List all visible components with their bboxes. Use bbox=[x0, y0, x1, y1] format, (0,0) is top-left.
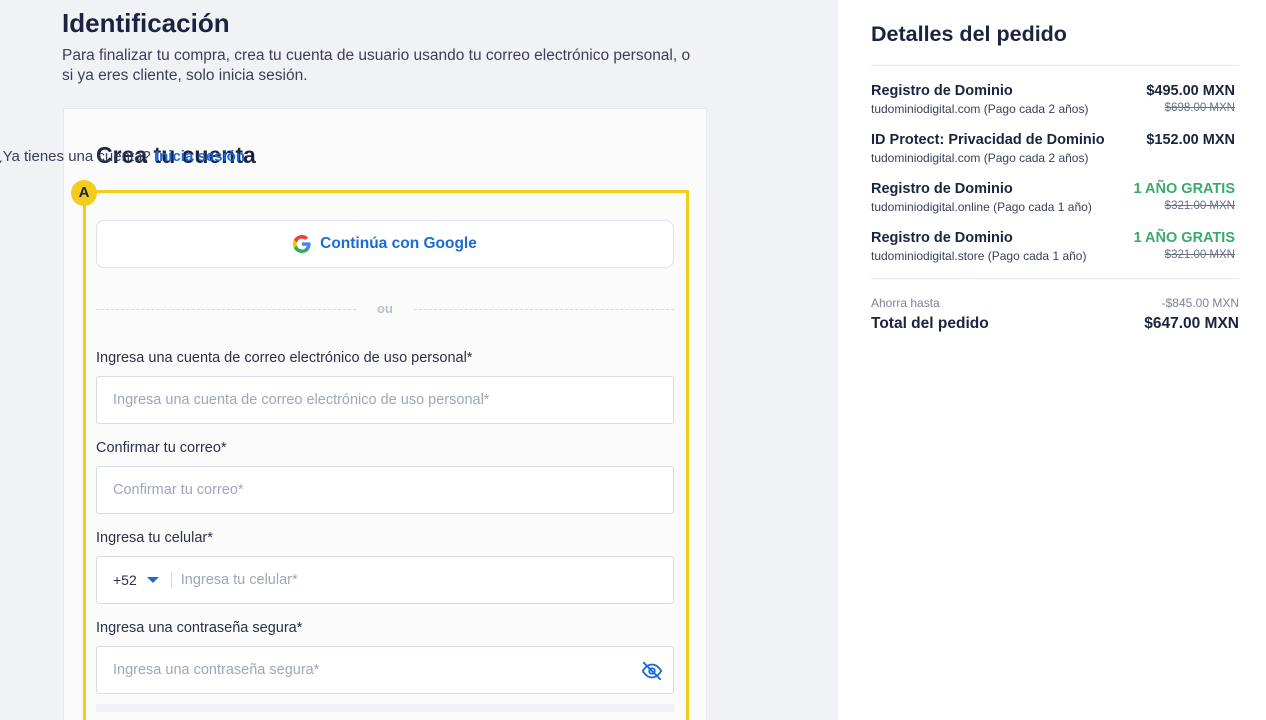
order-item: ID Protect: Privacidad de Dominio tudomi… bbox=[871, 132, 1235, 165]
email-label: Ingresa una cuenta de correo electrónico… bbox=[96, 350, 473, 366]
google-button-label: Continúa con Google bbox=[320, 235, 477, 252]
order-item-price: $152.00 MXN bbox=[1146, 132, 1235, 148]
confirm-email-input[interactable] bbox=[96, 466, 674, 514]
phone-input[interactable] bbox=[171, 557, 673, 603]
page-description: Para finalizar tu compra, crea tu cuenta… bbox=[62, 47, 691, 84]
phone-field: +52 bbox=[96, 556, 674, 604]
savings-label: Ahorra hasta bbox=[871, 296, 940, 310]
google-signin-button[interactable]: Continúa con Google bbox=[96, 220, 674, 268]
divider-line-right bbox=[414, 309, 674, 310]
identification-panel: Identificación Para finalizar tu compra,… bbox=[0, 0, 838, 720]
google-icon bbox=[293, 235, 311, 253]
savings-value: -$845.00 MXN bbox=[1161, 296, 1239, 310]
page-title: Identificación bbox=[62, 8, 230, 38]
annotation-badge: A bbox=[71, 180, 97, 206]
order-title: Detalles del pedido bbox=[871, 22, 1067, 46]
total-row: Total del pedido $647.00 MXN bbox=[871, 315, 1239, 333]
order-summary-panel: Detalles del pedido Registro de Dominio … bbox=[838, 0, 1266, 720]
login-prompt-text: ¿Ya tienes una cuenta? bbox=[0, 148, 151, 165]
order-item-price: $495.00 MXN bbox=[1146, 83, 1235, 99]
total-label: Total del pedido bbox=[871, 315, 989, 332]
password-label: Ingresa una contraseña segura* bbox=[96, 620, 303, 636]
order-item-old-price: $321.00 MXN bbox=[1164, 200, 1235, 212]
password-input[interactable] bbox=[96, 646, 674, 694]
email-input[interactable] bbox=[96, 376, 674, 424]
order-item-price: 1 AÑO GRATIS bbox=[1133, 181, 1235, 197]
total-value: $647.00 MXN bbox=[1144, 315, 1239, 332]
login-link[interactable]: Inicia sesión bbox=[155, 148, 245, 165]
or-divider: ou bbox=[96, 300, 674, 318]
order-item: Registro de Dominio tudominiodigital.sto… bbox=[871, 230, 1235, 263]
eye-off-icon[interactable] bbox=[641, 660, 663, 682]
country-code-select[interactable]: +52 bbox=[97, 557, 171, 603]
order-item-old-price: $321.00 MXN bbox=[1164, 249, 1235, 261]
order-item: Registro de Dominio tudominiodigital.com… bbox=[871, 83, 1235, 116]
phone-label: Ingresa tu celular* bbox=[96, 530, 213, 546]
next-section-edge bbox=[96, 704, 674, 712]
summary-divider-top bbox=[871, 65, 1239, 66]
caret-down-icon bbox=[146, 577, 159, 583]
confirm-email-label: Confirmar tu correo* bbox=[96, 440, 227, 456]
order-item-desc: tudominiodigital.com (Pago cada 2 años) bbox=[871, 151, 1089, 165]
order-item: Registro de Dominio tudominiodigital.onl… bbox=[871, 181, 1235, 214]
summary-divider-bottom bbox=[871, 278, 1239, 279]
savings-row: Ahorra hasta -$845.00 MXN bbox=[871, 296, 1239, 310]
login-prompt: ¿Ya tienes una cuenta? Inicia sesión bbox=[0, 148, 245, 165]
order-item-old-price: $698.00 MXN bbox=[1164, 102, 1235, 114]
order-item-price: 1 AÑO GRATIS bbox=[1133, 230, 1235, 246]
country-code: +52 bbox=[113, 572, 137, 588]
